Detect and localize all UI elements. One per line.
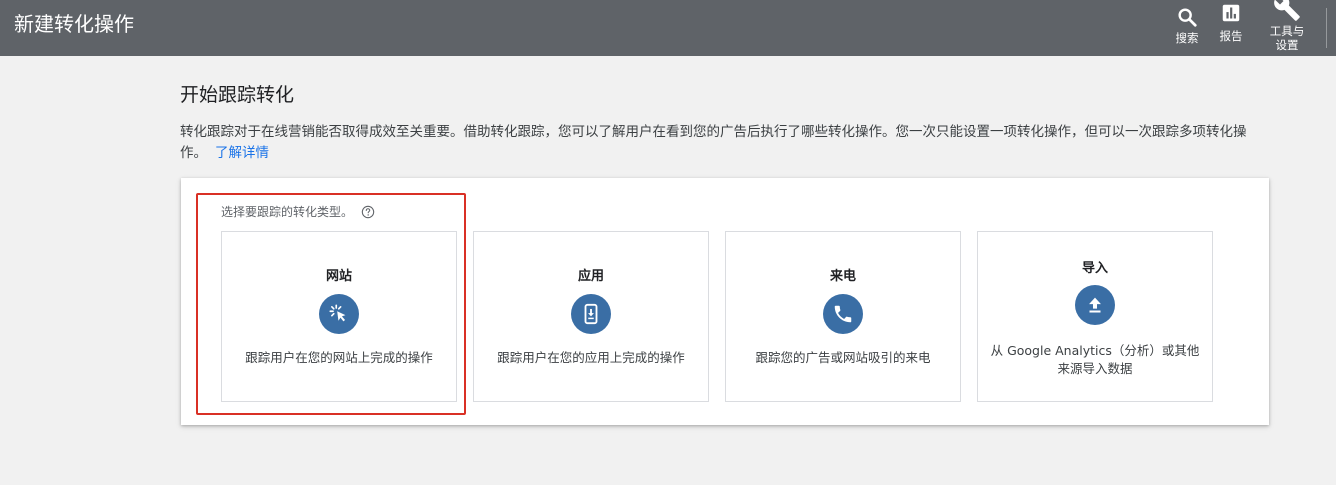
upload-icon — [1075, 285, 1115, 325]
option-description: 跟踪用户在您的应用上完成的操作 — [497, 350, 685, 365]
option-description: 从 Google Analytics（分析）或其他来源导入数据 — [990, 343, 1200, 376]
option-description: 跟踪您的广告或网站吸引的来电 — [755, 350, 931, 365]
reports-button[interactable]: 报告 — [1215, 0, 1247, 56]
tools-settings-button[interactable]: 工具与设置 — [1262, 0, 1312, 56]
learn-more-link[interactable]: 了解详情 — [215, 145, 269, 161]
option-import[interactable]: 导入 从 Google Analytics（分析）或其他来源导入数据 — [977, 231, 1213, 402]
option-calls[interactable]: 来电 跟踪您的广告或网站吸引的来电 — [725, 231, 961, 402]
section-heading: 开始跟踪转化 — [180, 84, 295, 106]
top-bar: 新建转化操作 搜索 报告 工具与设置 — [0, 0, 1336, 56]
phone-download-icon — [571, 294, 611, 334]
selection-highlight — [196, 193, 466, 415]
phone-call-icon — [823, 294, 863, 334]
search-icon — [1178, 8, 1197, 27]
option-app[interactable]: 应用 跟踪用户在您的应用上完成的操作 — [473, 231, 709, 402]
bar-chart-icon — [1222, 4, 1240, 22]
search-label: 搜索 — [1175, 31, 1199, 45]
page-title: 新建转化操作 — [14, 12, 134, 36]
intro-text: 转化跟踪对于在线营销能否取得成效至关重要。借助转化跟踪，您可以了解用户在看到您的… — [180, 124, 1247, 161]
search-button[interactable]: 搜索 — [1171, 0, 1203, 56]
toolbar-divider — [1326, 8, 1327, 48]
wrench-icon — [1274, 0, 1300, 21]
option-title: 导入 — [1081, 261, 1108, 276]
intro-paragraph: 转化跟踪对于在线营销能否取得成效至关重要。借助转化跟踪，您可以了解用户在看到您的… — [180, 122, 1270, 164]
tools-settings-label: 工具与设置 — [1269, 24, 1305, 52]
option-title: 来电 — [829, 269, 856, 284]
reports-label: 报告 — [1219, 29, 1243, 43]
option-title: 应用 — [577, 269, 604, 284]
